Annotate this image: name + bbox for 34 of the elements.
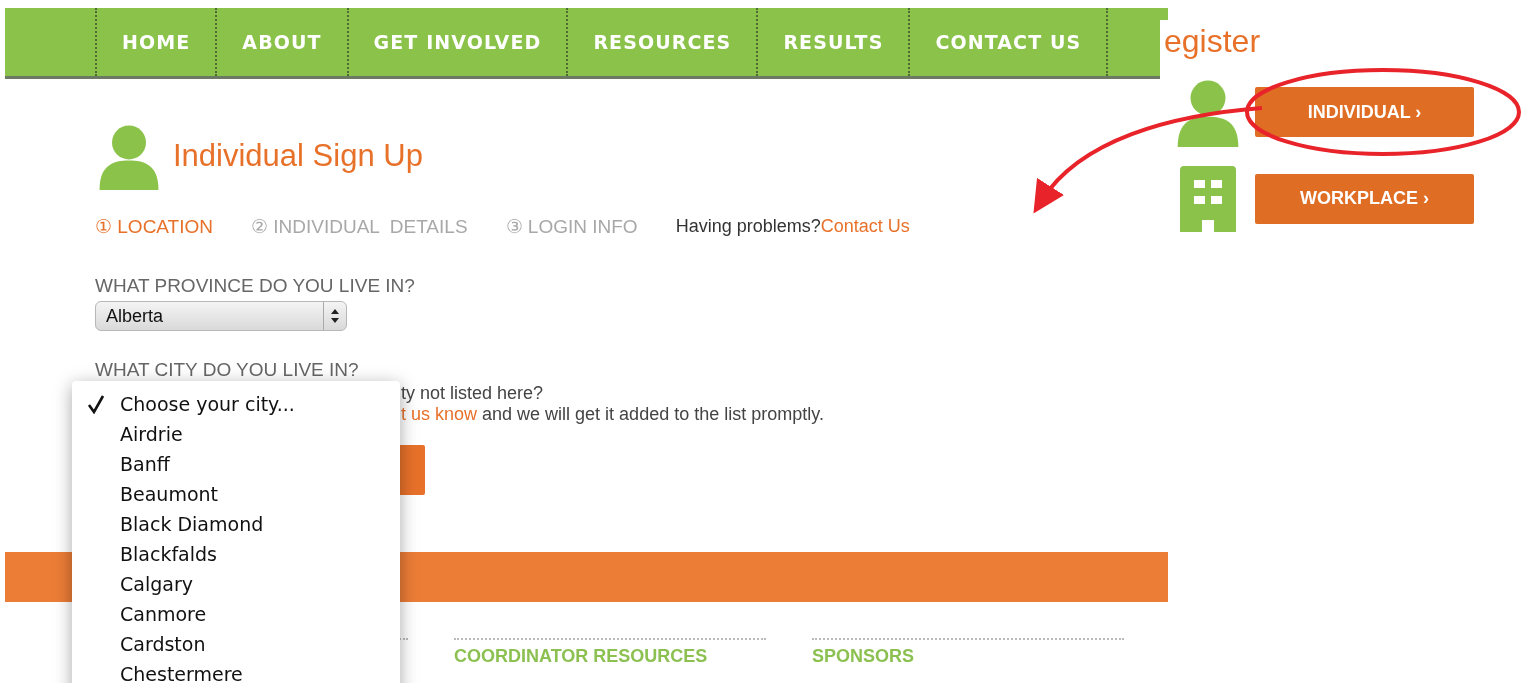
help-text: Having problems?Contact Us	[675, 215, 910, 237]
field-label: WHAT PROVINCE DO YOU LIVE IN?	[95, 275, 416, 297]
province-select[interactable]: Alberta	[95, 301, 347, 331]
let-us-know-link[interactable]: t us know	[401, 404, 478, 424]
register-title: egister	[1164, 22, 1262, 61]
menu-item[interactable]: Choose your city...	[72, 389, 400, 419]
step-tab[interactable]: ③ LOGIN INFO	[505, 214, 638, 238]
page-title: Individual Sign Up	[173, 138, 423, 174]
nav-link[interactable]: CONTACT US	[908, 8, 1109, 76]
footer-heading: COORDINATOR RESOURCES	[454, 646, 708, 666]
nav-link[interactable]: RESULTS	[756, 8, 909, 76]
menu-item[interactable]: Cardston	[72, 629, 400, 659]
step-tab[interactable]: ① LOCATION	[95, 214, 213, 238]
menu-item[interactable]: Banff	[72, 449, 400, 479]
menu-item[interactable]: Chestermere	[72, 659, 400, 683]
register-button[interactable]: INDIVIDUAL ›	[1255, 87, 1474, 138]
footer-heading: SPONSORS	[812, 646, 915, 666]
nav-link[interactable]: RESOURCES	[566, 8, 757, 76]
nav-link[interactable]: ABOUT	[215, 8, 347, 76]
menu-item[interactable]: Black Diamond	[72, 509, 400, 539]
step-tab[interactable]: ② INDIVIDUAL DETAILS	[251, 214, 468, 238]
menu-item[interactable]: Canmore	[72, 599, 400, 629]
building-icon	[1179, 165, 1236, 232]
note-text: ty not listed here?	[401, 383, 545, 404]
menu-item[interactable]: Airdrie	[72, 419, 400, 449]
menu-item[interactable]: Beaumont	[72, 479, 400, 509]
register-button[interactable]: WORKPLACE ›	[1255, 173, 1474, 224]
nav-link[interactable]: GET INVOLVED	[346, 8, 567, 76]
nav-link[interactable]: HOME	[95, 8, 216, 76]
field-label: WHAT CITY DO YOU LIVE IN?	[95, 359, 360, 381]
menu-item[interactable]: Calgary	[72, 569, 400, 599]
contact-link[interactable]: Contact Us	[820, 215, 910, 236]
menu-item[interactable]: Blackfalds	[72, 539, 400, 569]
note-text: t us know and we will get it added to the list promptly.	[401, 404, 825, 425]
